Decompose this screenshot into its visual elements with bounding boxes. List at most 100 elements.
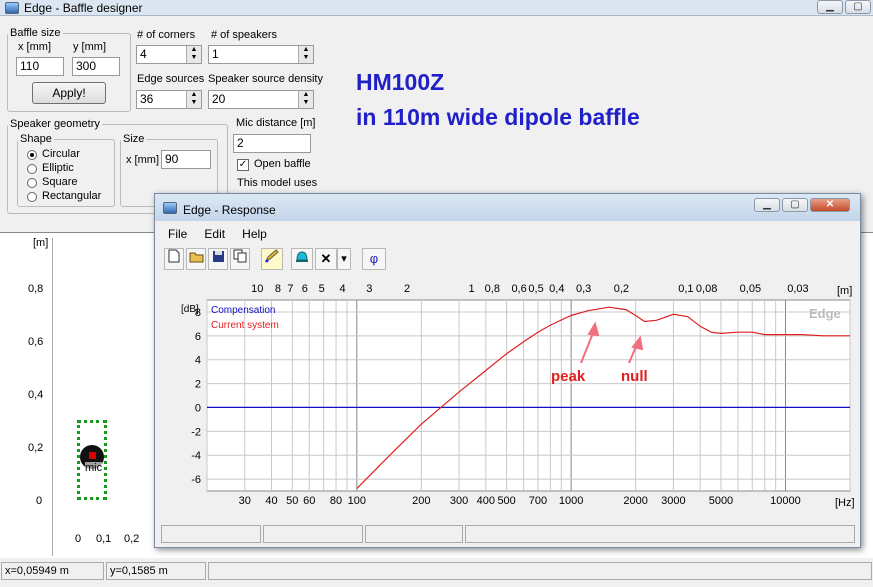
baffle-view-axis	[52, 238, 53, 556]
x-tick-label: 50	[286, 495, 298, 507]
y-tick-label: -6	[191, 474, 201, 486]
spin-arrows-icon[interactable]: ▲ ▼	[186, 91, 201, 108]
status-x: x=0,05949 m	[1, 562, 104, 580]
top-tick-label: 4	[339, 283, 345, 295]
new-file-icon[interactable]	[164, 248, 184, 270]
speakers-value: 1	[212, 47, 219, 61]
top-tick-label: 3	[366, 283, 372, 295]
app-icon	[5, 2, 19, 14]
x-tick-label: 60	[303, 495, 315, 507]
speakers-stepper[interactable]: 1 ▲ ▼	[208, 45, 314, 64]
baffle-x-label: x [mm]	[18, 41, 51, 53]
minimize-icon[interactable]: ▁	[817, 0, 843, 14]
open-folder-icon[interactable]	[186, 248, 206, 270]
menu-file[interactable]: File	[168, 227, 187, 241]
x-tick-label: 300	[450, 495, 468, 507]
top-tick-label: 10	[251, 283, 263, 295]
response-chart[interactable]: 30 40 50 60 80 100 200 300 400 500 700 1000 2000 3000…	[159, 276, 859, 516]
y-axis-label: [dB]	[181, 304, 199, 315]
mic-distance-label: Mic distance [m]	[236, 117, 316, 129]
top-tick-label: 0,5	[528, 283, 543, 295]
baffle-y-input[interactable]: 300	[72, 57, 120, 76]
baffle-x-input[interactable]: 110	[16, 57, 64, 76]
apply-button[interactable]: Apply!	[32, 82, 106, 104]
shape-label-elliptic: Elliptic	[42, 162, 74, 174]
response-status-1	[161, 525, 261, 543]
response-window[interactable]: Edge - Response ▁ ▢ ✕ File Edit Help ✕ ▾…	[154, 193, 861, 548]
annotation-line-1: HM100Z	[356, 69, 445, 95]
plot-background	[206, 299, 851, 492]
top-tick-label: 1	[468, 283, 474, 295]
top-tick-label: 8	[275, 283, 281, 295]
response-close-icon[interactable]: ✕	[810, 198, 850, 212]
y-tick-label: 6	[195, 331, 201, 343]
null-callout: null	[621, 368, 648, 385]
open-baffle-checkbox[interactable]: ✓	[237, 159, 249, 171]
edge-watermark: Edge	[809, 306, 841, 321]
maximize-icon[interactable]: ▢	[845, 0, 871, 14]
y-tick-label: 2	[195, 379, 201, 391]
pencil-icon[interactable]	[261, 248, 283, 270]
mic-marker-icon	[89, 452, 96, 459]
response-minimize-icon[interactable]: ▁	[754, 198, 780, 212]
response-title: Edge - Response	[183, 203, 276, 217]
top-tick-label: 0,08	[696, 283, 717, 295]
menu-help[interactable]: Help	[242, 227, 267, 241]
corners-stepper[interactable]: 4 ▲ ▼	[136, 45, 202, 64]
x-tick-label: 80	[330, 495, 342, 507]
menu-edit[interactable]: Edit	[204, 227, 225, 241]
size-x-input[interactable]: 90	[161, 150, 211, 169]
baffle-y-tick: 0,6	[28, 336, 44, 348]
speakers-label: # of speakers	[211, 29, 278, 41]
dropdown-icon[interactable]: ▾	[337, 248, 351, 270]
baffle-y-label: y [mm]	[73, 41, 106, 53]
shape-radio-elliptic[interactable]	[27, 164, 37, 174]
x-tick-label: 400	[477, 495, 495, 507]
density-stepper[interactable]: 20 ▲ ▼	[208, 90, 314, 109]
y-tick-label: -4	[191, 450, 201, 462]
top-tick-label: 0,03	[787, 283, 808, 295]
shape-legend: Shape	[20, 133, 52, 145]
spin-arrows-icon[interactable]: ▲ ▼	[298, 91, 313, 108]
x-tick-label: 700	[529, 495, 547, 507]
top-tick-label: 0,8	[485, 283, 500, 295]
response-maximize-icon[interactable]: ▢	[782, 198, 808, 212]
response-status-2	[263, 525, 363, 543]
shape-radio-circular[interactable]	[27, 150, 37, 160]
x-tick-label: 1000	[559, 495, 583, 507]
baffle-y-tick: 0,4	[28, 389, 44, 401]
x-tick-label: 2000	[623, 495, 647, 507]
bell-icon[interactable]	[291, 248, 313, 270]
shape-radio-square[interactable]	[27, 178, 37, 188]
density-label: Speaker source density	[208, 73, 323, 85]
copy-icon[interactable]	[230, 248, 250, 270]
y-tick-label: 4	[195, 355, 201, 367]
baffle-x-tick: 0	[75, 533, 82, 545]
response-status-4	[465, 525, 855, 543]
spin-arrows-icon[interactable]: ▲ ▼	[186, 46, 201, 63]
mic-distance-input[interactable]: 2	[233, 134, 311, 153]
baffle-size-legend: Baffle size	[10, 27, 61, 39]
shape-radio-rectangular[interactable]	[27, 192, 37, 202]
y-tick-label: -2	[191, 426, 201, 438]
response-status-3	[365, 525, 463, 543]
baffle-x-tick: 0,1	[96, 533, 112, 545]
size-legend: Size	[123, 133, 145, 145]
delete-icon[interactable]: ✕	[315, 248, 337, 270]
edge-sources-value: 36	[140, 92, 154, 106]
x-axis-label: [Hz]	[835, 497, 855, 509]
x-tick-label: 200	[412, 495, 430, 507]
edge-sources-stepper[interactable]: 36 ▲ ▼	[136, 90, 202, 109]
shape-label-circular: Circular	[42, 148, 80, 160]
density-value: 20	[212, 92, 226, 106]
corners-value: 4	[140, 47, 147, 61]
spin-arrows-icon[interactable]: ▲ ▼	[298, 46, 313, 63]
size-x-label: x [mm]	[126, 154, 159, 166]
top-tick-label: 0,6	[511, 283, 526, 295]
status-y: y=0,1585 m	[106, 562, 206, 580]
status-empty	[208, 562, 872, 580]
response-app-icon	[163, 202, 177, 214]
save-icon[interactable]	[208, 248, 228, 270]
peak-callout: peak	[551, 368, 586, 385]
phi-icon[interactable]: φ	[362, 248, 386, 270]
